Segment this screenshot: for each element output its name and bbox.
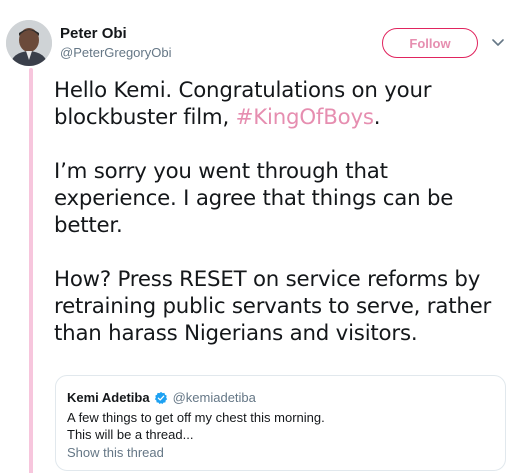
show-thread-link[interactable]: Show this thread — [67, 445, 164, 460]
tweet-paragraph-2: I’m sorry you went through that experien… — [54, 159, 454, 238]
quoted-tweet-header: Kemi Adetiba @kemiadetiba — [67, 390, 256, 405]
thread-line — [29, 68, 33, 473]
quoted-tweet-card[interactable]: Kemi Adetiba @kemiadetiba A few things t… — [55, 375, 506, 471]
tweet-paragraph-3: How? Press RESET on service reforms by r… — [54, 267, 492, 346]
follow-button[interactable]: Follow — [382, 28, 478, 58]
quoted-author-name: Kemi Adetiba — [67, 390, 150, 405]
author-avatar[interactable] — [6, 20, 52, 66]
follow-button-label: Follow — [409, 35, 451, 51]
tweet-text: Hello Kemi. Congratulations on your bloc… — [54, 77, 506, 374]
quoted-tweet-text: A few things to get off my chest this mo… — [67, 409, 325, 443]
author-display-name[interactable]: Peter Obi — [60, 25, 127, 42]
hashtag-link[interactable]: #KingOfBoys — [236, 105, 374, 130]
quoted-tweet-line-2: This will be a thread... — [67, 427, 194, 442]
quoted-tweet-line-1: A few things to get off my chest this mo… — [67, 410, 325, 425]
tweet-paragraph-1: Hello Kemi. Congratulations on your bloc… — [54, 77, 506, 131]
quoted-author-handle: @kemiadetiba — [172, 390, 256, 405]
tweet-paragraph-1-end: . — [373, 105, 381, 130]
author-handle[interactable]: @PeterGregoryObi — [60, 45, 171, 60]
chevron-down-icon[interactable] — [491, 36, 505, 50]
verified-badge-icon — [154, 391, 168, 405]
